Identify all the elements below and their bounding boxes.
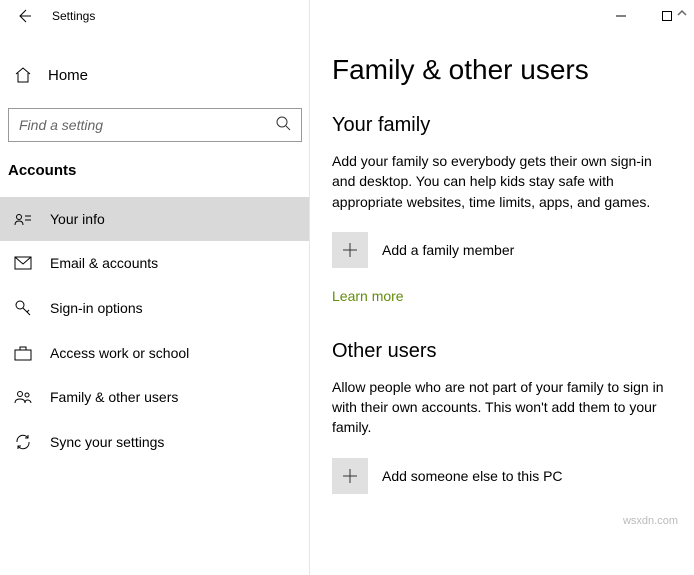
watermark: wsxdn.com — [623, 515, 678, 527]
sidebar-item-label: Sign-in options — [50, 300, 143, 316]
maximize-icon — [662, 11, 672, 21]
window-title: Settings — [52, 9, 95, 23]
search-box[interactable] — [8, 108, 302, 142]
sync-icon — [14, 433, 32, 451]
sidebar-item-label: Your info — [50, 211, 105, 227]
home-label: Home — [48, 67, 88, 84]
mail-icon — [14, 256, 32, 270]
sidebar-item-sync-settings[interactable]: Sync your settings — [0, 419, 310, 465]
minimize-icon — [616, 11, 626, 21]
content-area: Home Accounts Your info Email & accounts — [0, 32, 694, 575]
titlebar: Settings — [0, 0, 694, 32]
sidebar-item-label: Sync your settings — [50, 434, 164, 450]
briefcase-icon — [14, 345, 32, 361]
home-icon — [14, 66, 32, 84]
page-title: Family & other users — [332, 54, 676, 86]
sidebar-item-label: Email & accounts — [50, 255, 158, 271]
sidebar-item-your-info[interactable]: Your info — [0, 197, 310, 241]
family-heading: Your family — [332, 114, 676, 137]
search-icon — [275, 115, 291, 136]
sidebar-item-work-school[interactable]: Access work or school — [0, 331, 310, 375]
home-nav[interactable]: Home — [0, 56, 310, 94]
minimize-button[interactable] — [598, 0, 644, 32]
sidebar-item-label: Access work or school — [50, 345, 189, 361]
people-icon — [14, 389, 32, 405]
add-family-label: Add a family member — [382, 242, 514, 258]
learn-more-link[interactable]: Learn more — [332, 288, 676, 304]
sidebar-item-family-users[interactable]: Family & other users — [0, 375, 310, 419]
sidebar-item-email-accounts[interactable]: Email & accounts — [0, 241, 310, 285]
family-description: Add your family so everybody gets their … — [332, 151, 676, 212]
sidebar: Home Accounts Your info Email & accounts — [0, 32, 310, 575]
search-input[interactable] — [19, 117, 275, 133]
add-family-member-button[interactable]: Add a family member — [332, 232, 676, 268]
person-card-icon — [14, 212, 32, 226]
add-other-user-button[interactable]: Add someone else to this PC — [332, 458, 676, 494]
sidebar-item-label: Family & other users — [50, 389, 178, 405]
other-users-description: Allow people who are not part of your fa… — [332, 377, 676, 438]
scroll-up-chevron-icon[interactable] — [676, 6, 688, 24]
add-other-label: Add someone else to this PC — [382, 468, 563, 484]
main-panel: Family & other users Your family Add you… — [310, 32, 694, 575]
plus-icon — [332, 232, 368, 268]
back-button[interactable] — [4, 0, 44, 32]
category-heading: Accounts — [0, 162, 310, 197]
other-users-heading: Other users — [332, 340, 676, 363]
sidebar-item-signin-options[interactable]: Sign-in options — [0, 285, 310, 331]
key-icon — [14, 299, 32, 317]
plus-icon — [332, 458, 368, 494]
back-arrow-icon — [16, 8, 32, 24]
